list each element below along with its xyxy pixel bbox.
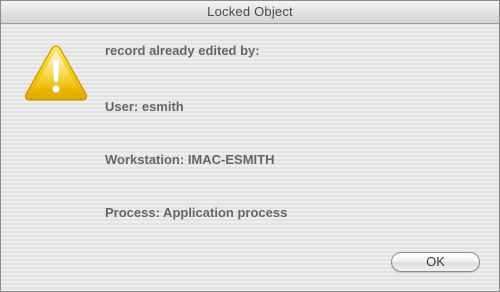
locked-process-text: Process: Application process (105, 205, 288, 220)
warning-icon (24, 45, 88, 101)
ok-button[interactable]: OK (391, 252, 480, 272)
alert-dialog: Locked Object record already edited by: … (0, 0, 500, 292)
title-bar[interactable]: Locked Object (1, 1, 499, 24)
locked-workstation-text: Workstation: IMAC-ESMITH (105, 152, 275, 167)
locked-message-heading: record already edited by: (105, 43, 260, 58)
window-title: Locked Object (207, 4, 293, 19)
locked-user-text: User: esmith (105, 99, 184, 114)
